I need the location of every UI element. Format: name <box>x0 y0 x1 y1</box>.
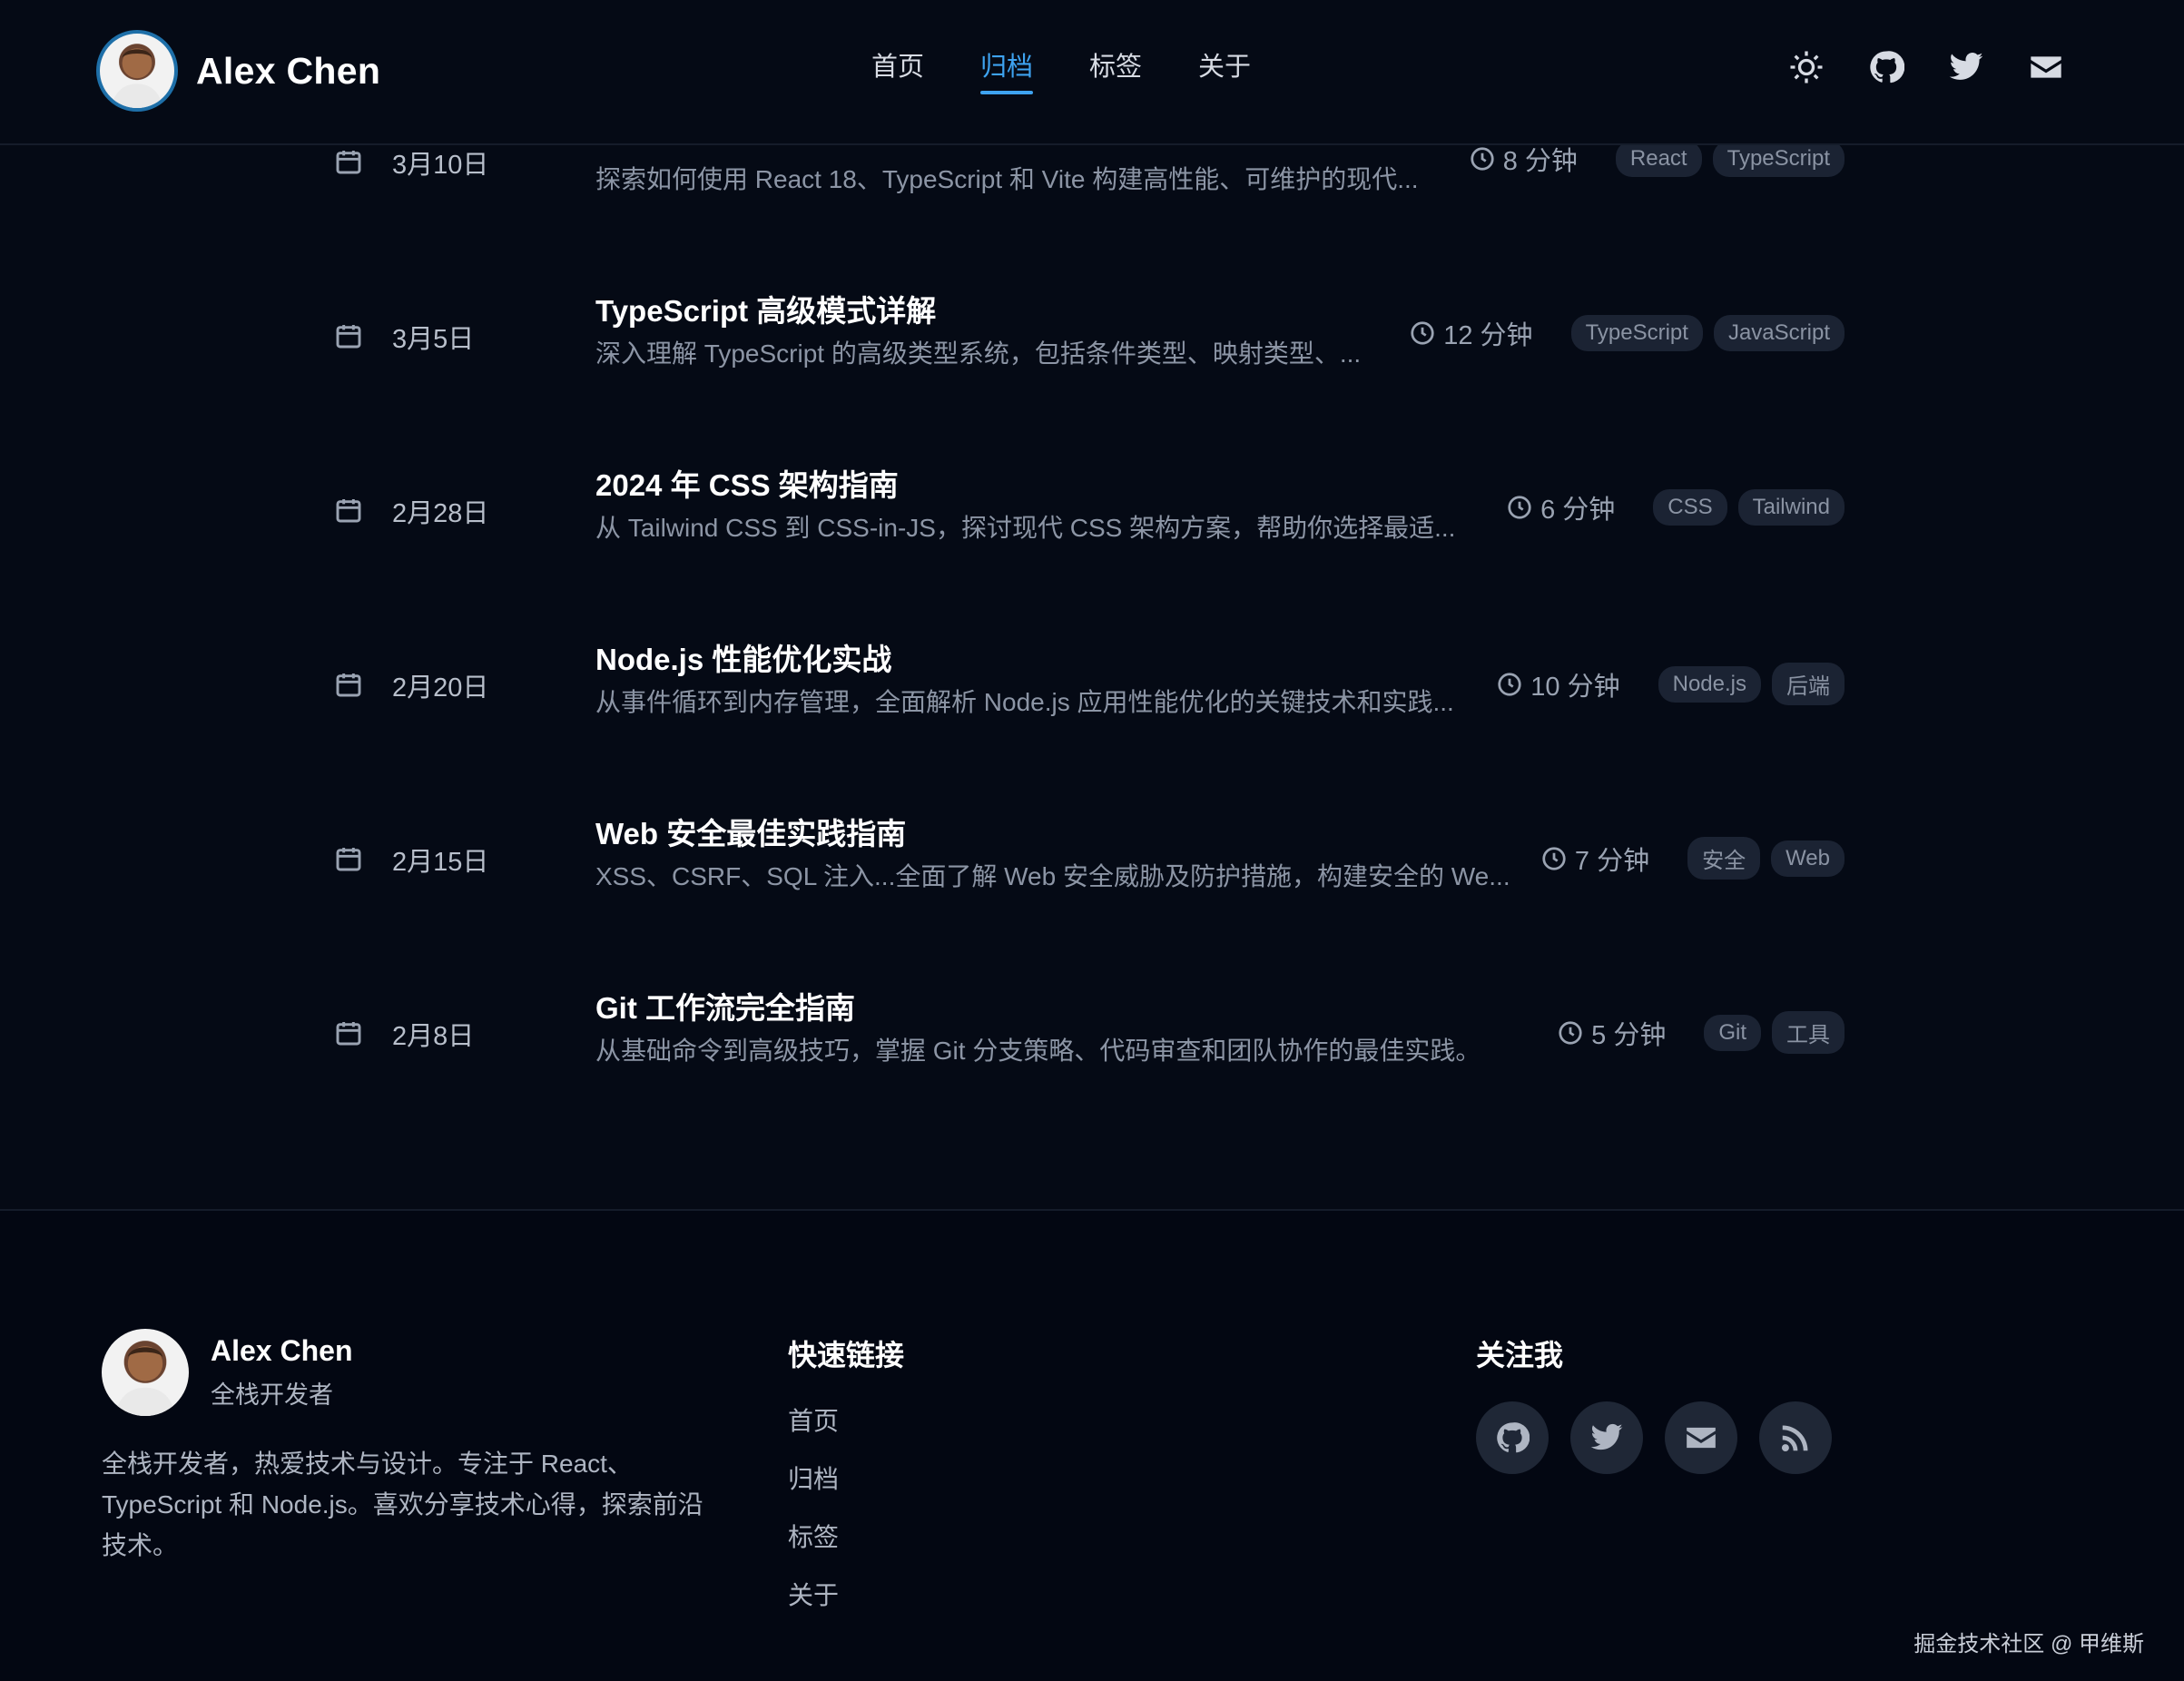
clock-icon <box>1559 1020 1582 1045</box>
post-item[interactable]: 2月8日 Git 工作流完全指南 从基础命令到高级技巧，掌握 Git 分支策略、… <box>0 986 2184 1095</box>
read-time: 10 分钟 <box>1496 665 1620 703</box>
clock-icon <box>1498 672 1521 696</box>
nav-archive[interactable]: 归档 <box>980 45 1034 94</box>
clock-icon <box>1542 846 1566 870</box>
post-tag[interactable]: JavaScript <box>1713 315 1845 351</box>
calendar-icon <box>334 1018 363 1047</box>
watermark: 掘金技术社区 @ 甲维斯 <box>1913 1632 2144 1656</box>
post-meta: 6 分钟 CSS Tailwind <box>1506 488 1845 526</box>
header-actions <box>1746 47 2066 87</box>
post-tag[interactable]: 安全 <box>1687 837 1761 880</box>
sun-icon[interactable] <box>1786 47 1826 87</box>
post-meta: 12 分钟 TypeScript JavaScript <box>1409 314 1845 352</box>
post-tag[interactable]: React <box>1615 141 1702 177</box>
read-time: 8 分钟 <box>1469 140 1578 178</box>
post-tag[interactable]: CSS <box>1653 489 1727 526</box>
post-excerpt: 从事件循环到内存管理，全面解析 Node.js 应用性能优化的关键技术和实践..… <box>595 688 1454 716</box>
post-tag[interactable]: Node.js <box>1658 665 1761 703</box>
clock-icon <box>1471 147 1494 171</box>
calendar-icon <box>334 147 363 176</box>
clock-icon <box>1411 321 1434 345</box>
read-time-label: 5 分钟 <box>1591 1020 1667 1050</box>
footer-link-archive[interactable]: 归档 <box>788 1461 839 1519</box>
github-icon[interactable] <box>1476 1401 1549 1474</box>
post-title[interactable]: Git 工作流完全指南 <box>595 984 855 1027</box>
post-item[interactable]: 3月5日 TypeScript 高级模式详解 深入理解 TypeScript 的… <box>0 289 2184 398</box>
post-meta: 10 分钟 Node.js 后端 <box>1496 663 1845 705</box>
post-tag[interactable]: 后端 <box>1772 663 1845 705</box>
read-time: 5 分钟 <box>1557 1014 1666 1052</box>
calendar-icon <box>334 844 363 873</box>
post-title[interactable]: Node.js 性能优化实战 <box>595 635 891 679</box>
post-excerpt: 深入理解 TypeScript 的高级类型系统，包括条件类型、映射类型、... <box>595 339 1362 368</box>
twitter-icon[interactable] <box>1946 47 1986 87</box>
calendar-icon <box>334 496 363 525</box>
post-meta: 8 分钟 React TypeScript <box>1469 140 1845 178</box>
post-date: 2月8日 <box>392 1022 475 1051</box>
post-meta: 5 分钟 Git 工具 <box>1557 1011 1845 1054</box>
site-name: Alex Chen <box>196 49 381 92</box>
calendar-icon <box>334 321 363 350</box>
post-excerpt: 从基础命令到高级技巧，掌握 Git 分支策略、代码审查和团队协作的最佳实践。 <box>595 1037 1481 1065</box>
post-tag[interactable]: 工具 <box>1772 1011 1845 1054</box>
post-date: 3月10日 <box>392 151 489 180</box>
post-tag[interactable]: TypeScript <box>1712 141 1845 177</box>
footer-link-tags[interactable]: 标签 <box>788 1519 839 1578</box>
post-tag[interactable]: Web <box>1771 840 1845 877</box>
post-tag[interactable]: TypeScript <box>1570 315 1703 351</box>
quick-links: 首页 归档 标签 关于 <box>788 1403 839 1636</box>
mail-icon[interactable] <box>2026 47 2066 87</box>
post-excerpt: XSS、CSRF、SQL 注入...全面了解 Web 安全威胁及防护措施，构建安… <box>595 862 1510 890</box>
post-meta: 7 分钟 安全 Web <box>1540 837 1845 880</box>
footer-profile: Alex Chen 全栈开发者 <box>102 1329 352 1416</box>
nav-home[interactable]: 首页 <box>871 45 924 84</box>
post-excerpt: 探索如何使用 React 18、TypeScript 和 Vite 构建高性能、… <box>595 165 1419 193</box>
post-date: 2月20日 <box>392 673 489 703</box>
github-icon[interactable] <box>1866 47 1906 87</box>
post-date: 3月5日 <box>392 325 475 354</box>
footer-bio: 全栈开发者，热爱技术与设计。专注于 React、TypeScript 和 Nod… <box>102 1450 703 1559</box>
nav-about[interactable]: 关于 <box>1198 45 1251 84</box>
post-item[interactable]: 2月28日 2024 年 CSS 架构指南 从 Tailwind CSS 到 C… <box>0 463 2184 572</box>
nav-tags[interactable]: 标签 <box>1089 45 1142 84</box>
post-item[interactable]: 2月15日 Web 安全最佳实践指南 XSS、CSRF、SQL 注入...全面了… <box>0 811 2184 920</box>
read-time: 12 分钟 <box>1409 314 1533 352</box>
follow-title: 关注我 <box>1476 1339 1564 1371</box>
site-footer: Alex Chen 全栈开发者 全栈开发者，热爱技术与设计。专注于 React、… <box>0 1209 2184 1681</box>
post-title[interactable]: Web 安全最佳实践指南 <box>595 810 906 853</box>
main-nav: 首页 归档 标签 关于 <box>871 45 1307 94</box>
footer-role: 全栈开发者 <box>211 1381 333 1409</box>
read-time: 6 分钟 <box>1506 488 1615 526</box>
social-links <box>1476 1401 1854 1474</box>
twitter-icon[interactable] <box>1570 1401 1643 1474</box>
post-title[interactable]: 2024 年 CSS 架构指南 <box>595 461 899 505</box>
post-date: 2月15日 <box>392 848 489 877</box>
avatar <box>96 30 178 112</box>
quick-links-title: 快速链接 <box>788 1339 905 1371</box>
post-title[interactable]: TypeScript 高级模式详解 <box>595 287 936 330</box>
post-tag[interactable]: Tailwind <box>1737 489 1845 526</box>
post-item[interactable]: 2月20日 Node.js 性能优化实战 从事件循环到内存管理，全面解析 Nod… <box>0 637 2184 746</box>
read-time-label: 8 分钟 <box>1502 147 1578 176</box>
rss-icon[interactable] <box>1759 1401 1832 1474</box>
read-time: 7 分钟 <box>1540 840 1649 878</box>
avatar <box>102 1329 189 1416</box>
site-header: Alex Chen 首页 归档 标签 关于 <box>0 0 2184 145</box>
read-time-label: 7 分钟 <box>1574 846 1650 876</box>
calendar-icon <box>334 670 363 699</box>
footer-name: Alex Chen <box>211 1334 353 1367</box>
mail-icon[interactable] <box>1665 1401 1737 1474</box>
footer-link-about[interactable]: 关于 <box>788 1578 839 1636</box>
read-time-label: 6 分钟 <box>1540 496 1616 525</box>
post-excerpt: 从 Tailwind CSS 到 CSS-in-JS，探讨现代 CSS 架构方案… <box>595 514 1456 542</box>
read-time-label: 10 分钟 <box>1530 672 1620 702</box>
post-date: 2月28日 <box>392 499 489 528</box>
brand[interactable]: Alex Chen <box>96 30 380 112</box>
read-time-label: 12 分钟 <box>1443 321 1533 350</box>
clock-icon <box>1508 496 1531 519</box>
footer-link-home[interactable]: 首页 <box>788 1403 839 1461</box>
post-tag[interactable]: Git <box>1704 1014 1761 1051</box>
